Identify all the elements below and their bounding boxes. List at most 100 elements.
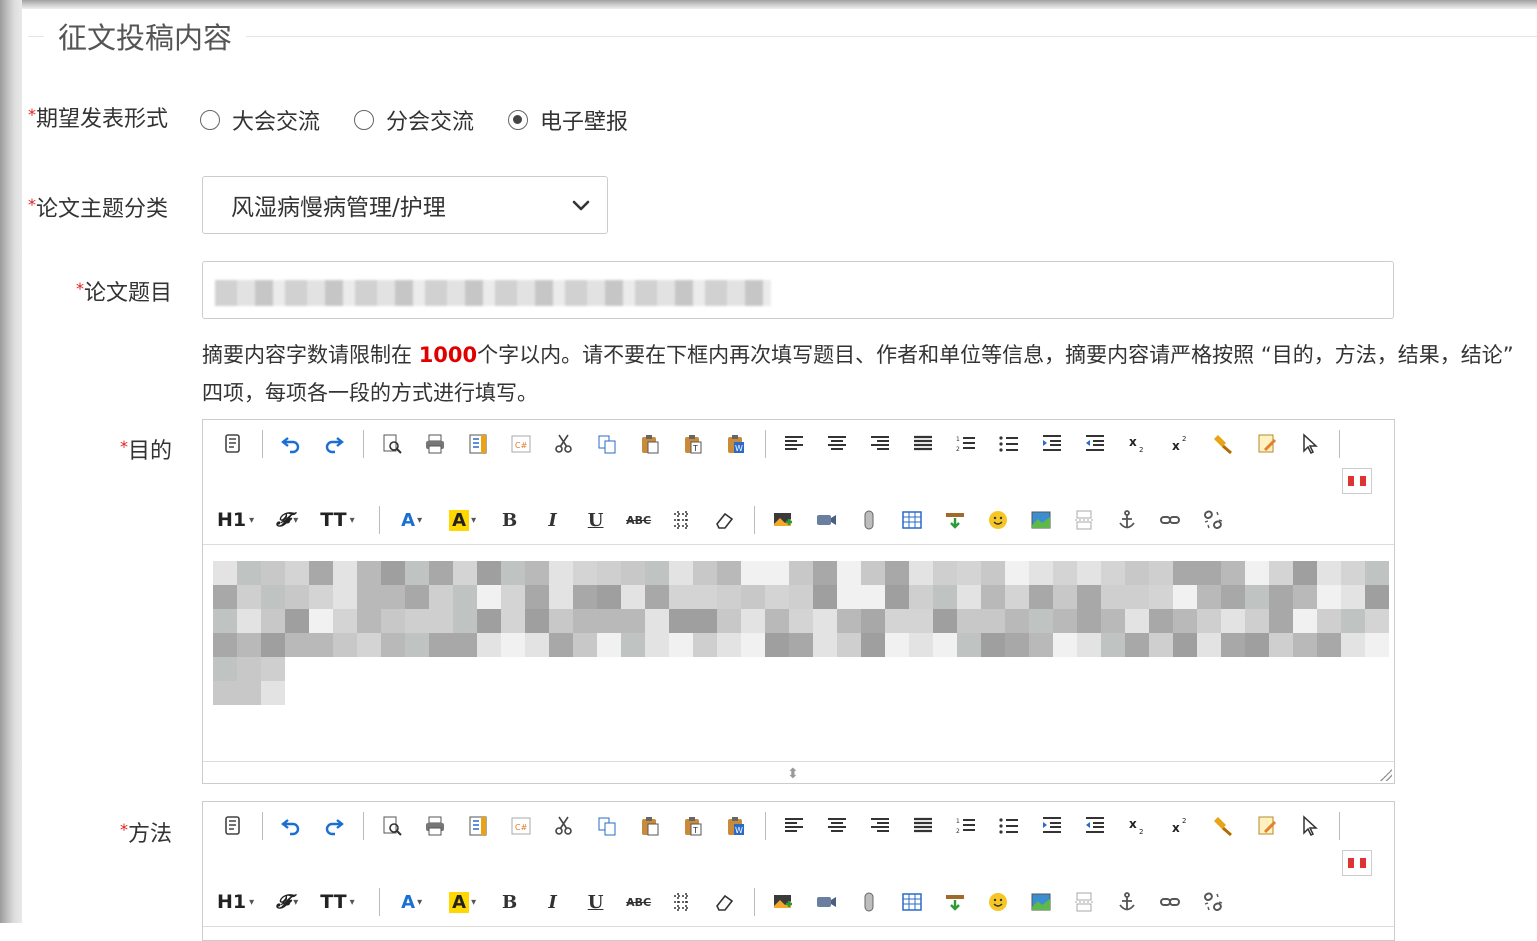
align-right-button[interactable] — [864, 810, 896, 842]
radio-circle-selected[interactable] — [508, 110, 529, 130]
fullscreen-button[interactable] — [1342, 468, 1372, 494]
attachment-button[interactable] — [853, 504, 885, 536]
category-select[interactable]: 风湿病慢病管理/护理 — [202, 176, 608, 234]
superscript-button[interactable]: x2 — [1165, 810, 1197, 842]
page-break-button[interactable] — [1068, 886, 1100, 918]
align-left-button[interactable] — [778, 428, 810, 460]
subscript-button[interactable]: x2 — [1122, 810, 1154, 842]
autotype-button[interactable] — [1251, 810, 1283, 842]
template-button[interactable] — [462, 810, 494, 842]
emoticon-button[interactable] — [982, 886, 1014, 918]
paste-word-button[interactable]: W — [720, 810, 752, 842]
align-right-button[interactable] — [864, 428, 896, 460]
border-button[interactable] — [666, 886, 698, 918]
corner-resize-icon[interactable] — [1380, 769, 1392, 781]
page-break-button[interactable] — [1068, 504, 1100, 536]
bullet-list-button[interactable] — [993, 810, 1025, 842]
attachment-button[interactable] — [853, 886, 885, 918]
insert-table-button[interactable] — [896, 886, 928, 918]
format-painter-button[interactable] — [1208, 428, 1240, 460]
preview-button[interactable] — [376, 810, 408, 842]
heading-dropdown[interactable]: H1 ▾ — [217, 509, 254, 531]
undo-button[interactable] — [275, 428, 307, 460]
print-button[interactable] — [419, 428, 451, 460]
code-block-button[interactable]: C# — [505, 810, 537, 842]
strikethrough-button[interactable]: ABC — [623, 504, 655, 536]
code-block-button[interactable]: C# — [505, 428, 537, 460]
resize-handle-icon[interactable]: ⬍ — [787, 766, 799, 782]
source-button[interactable] — [217, 428, 249, 460]
font-color-button[interactable]: A ▾ — [392, 886, 432, 918]
select-all-button[interactable] — [1294, 428, 1326, 460]
select-all-button[interactable] — [1294, 810, 1326, 842]
align-left-button[interactable] — [778, 810, 810, 842]
objective-content-area[interactable] — [203, 545, 1394, 761]
paper-title-input[interactable] — [202, 261, 1394, 319]
unlink-button[interactable] — [1197, 886, 1229, 918]
insert-table-button[interactable] — [896, 504, 928, 536]
copy-button[interactable] — [591, 428, 623, 460]
bold-button[interactable]: B — [494, 504, 526, 536]
image-gallery-button[interactable] — [1025, 886, 1057, 918]
underline-button[interactable]: U — [580, 504, 612, 536]
fullscreen-button[interactable] — [1342, 850, 1372, 876]
insert-image-button[interactable] — [767, 886, 799, 918]
align-justify-button[interactable] — [907, 428, 939, 460]
indent-button[interactable] — [1036, 810, 1068, 842]
outdent-button[interactable] — [1079, 428, 1111, 460]
outdent-button[interactable] — [1079, 810, 1111, 842]
radio-option-eposter[interactable]: 电子壁报 — [508, 104, 628, 136]
eraser-button[interactable] — [709, 886, 741, 918]
insert-video-button[interactable] — [810, 886, 842, 918]
ordered-list-button[interactable]: 12 — [950, 428, 982, 460]
radio-option-plenary[interactable]: 大会交流 — [200, 104, 320, 136]
autotype-button[interactable] — [1251, 428, 1283, 460]
radio-circle[interactable] — [354, 110, 375, 130]
emoticon-button[interactable] — [982, 504, 1014, 536]
template-button[interactable] — [462, 428, 494, 460]
undo-button[interactable] — [275, 810, 307, 842]
image-gallery-button[interactable] — [1025, 504, 1057, 536]
underline-button[interactable]: U — [580, 886, 612, 918]
align-justify-button[interactable] — [907, 810, 939, 842]
paste-button[interactable] — [634, 810, 666, 842]
redo-button[interactable] — [318, 428, 350, 460]
radio-option-session[interactable]: 分会交流 — [354, 104, 474, 136]
italic-button[interactable]: I — [537, 886, 569, 918]
cut-button[interactable] — [548, 428, 580, 460]
background-color-button[interactable]: A ▾ — [443, 886, 483, 918]
insert-row-button[interactable] — [939, 504, 971, 536]
heading-dropdown[interactable]: H1 ▾ — [217, 891, 254, 913]
strikethrough-button[interactable]: ABC — [623, 886, 655, 918]
bullet-list-button[interactable] — [993, 428, 1025, 460]
cut-button[interactable] — [548, 810, 580, 842]
bold-button[interactable]: B — [494, 886, 526, 918]
insert-image-button[interactable] — [767, 504, 799, 536]
font-family-dropdown[interactable]: 𝓕 ▾ — [276, 509, 298, 531]
link-button[interactable] — [1154, 886, 1186, 918]
paste-text-button[interactable]: T — [677, 428, 709, 460]
font-color-button[interactable]: A ▾ — [392, 504, 432, 536]
font-size-dropdown[interactable]: TT ▾ — [320, 891, 354, 913]
align-center-button[interactable] — [821, 428, 853, 460]
align-center-button[interactable] — [821, 810, 853, 842]
paste-button[interactable] — [634, 428, 666, 460]
font-family-dropdown[interactable]: 𝓕 ▾ — [276, 891, 298, 913]
subscript-button[interactable]: x2 — [1122, 428, 1154, 460]
italic-button[interactable]: I — [537, 504, 569, 536]
unlink-button[interactable] — [1197, 504, 1229, 536]
superscript-button[interactable]: x2 — [1165, 428, 1197, 460]
insert-video-button[interactable] — [810, 504, 842, 536]
eraser-button[interactable] — [709, 504, 741, 536]
ordered-list-button[interactable]: 12 — [950, 810, 982, 842]
insert-row-button[interactable] — [939, 886, 971, 918]
link-button[interactable] — [1154, 504, 1186, 536]
paste-text-button[interactable]: T — [677, 810, 709, 842]
background-color-button[interactable]: A ▾ — [443, 504, 483, 536]
source-button[interactable] — [217, 810, 249, 842]
paste-word-button[interactable]: W — [720, 428, 752, 460]
indent-button[interactable] — [1036, 428, 1068, 460]
redo-button[interactable] — [318, 810, 350, 842]
preview-button[interactable] — [376, 428, 408, 460]
format-painter-button[interactable] — [1208, 810, 1240, 842]
